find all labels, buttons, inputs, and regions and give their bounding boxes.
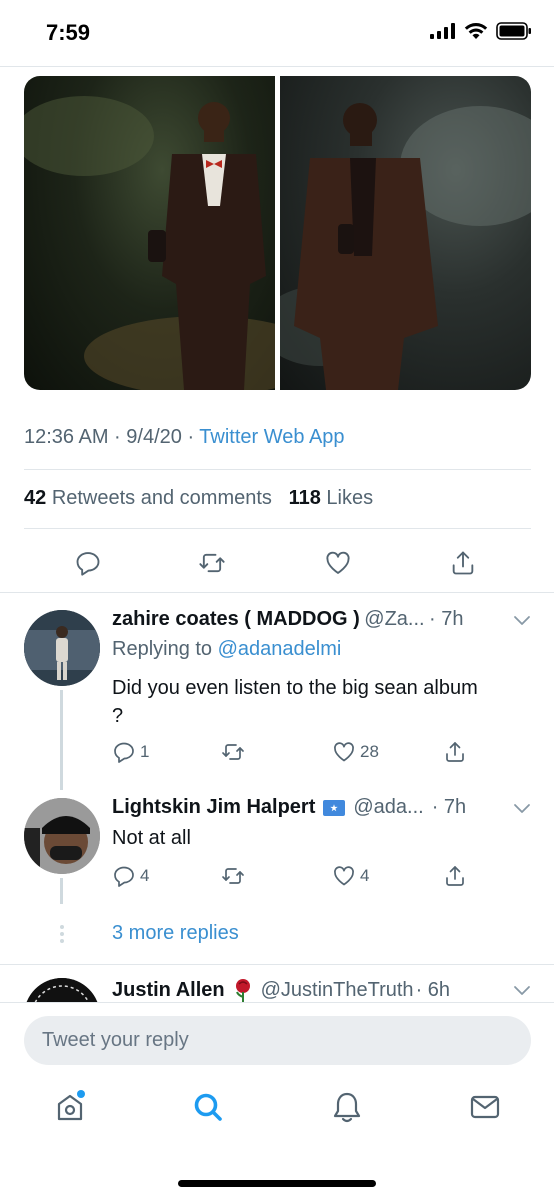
media-image-left[interactable] — [24, 76, 275, 390]
reply-author-name[interactable]: Lightskin Jim Halpert — [112, 796, 315, 819]
home-icon — [57, 1090, 85, 1121]
reply-button[interactable]: 4 — [112, 864, 149, 888]
tweet-source-link[interactable]: Twitter Web App — [199, 426, 344, 448]
tab-home[interactable] — [48, 1085, 92, 1129]
reply-time: · 7h — [429, 608, 464, 630]
likes-label: Likes — [326, 487, 374, 509]
bell-icon — [333, 1092, 361, 1123]
share-icon — [446, 866, 464, 886]
tab-messages[interactable] — [463, 1085, 507, 1129]
timestamp-text: 12:36 AM · 9/4/20 · — [24, 426, 200, 448]
reply-text-line: Did you even listen to the big sean albu… — [112, 677, 478, 699]
thread-line — [60, 690, 63, 790]
retweet-button[interactable] — [220, 864, 246, 893]
heart-icon — [334, 742, 354, 762]
reply-icon — [114, 742, 134, 763]
reply-header: Justin Allen @JustinTheTruth · 6h — [112, 978, 512, 1002]
tweet-media[interactable] — [24, 76, 531, 390]
replies-divider — [0, 592, 554, 593]
reply-count: 4 — [140, 866, 150, 885]
reply-text-line: Not at all — [112, 827, 191, 849]
thread-dots — [59, 924, 65, 949]
like-count: 4 — [360, 866, 370, 885]
search-icon — [194, 1093, 222, 1121]
reply-button[interactable]: 1 — [112, 740, 149, 764]
chevron-down-icon[interactable] — [512, 800, 532, 821]
reply-time: · 7h — [431, 796, 467, 818]
mail-icon — [470, 1095, 500, 1119]
status-time: 7:59 — [46, 20, 91, 45]
share-button[interactable] — [443, 540, 483, 586]
home-indicator — [178, 1180, 376, 1187]
reply-icon — [76, 552, 100, 576]
heart-icon — [326, 551, 350, 574]
replying-to-handle[interactable]: @adanadelmi — [218, 638, 342, 660]
like-button[interactable]: 28 — [332, 740, 379, 764]
reply-text: Not at all — [112, 824, 191, 852]
like-count: 28 — [360, 742, 379, 761]
reply-item-clipped: Justin Allen @JustinTheTruth · 6h — [0, 964, 554, 1002]
chevron-down-icon[interactable] — [512, 612, 532, 633]
tweet-timestamp: 12:36 AM · 9/4/20 · Twitter Web App — [24, 426, 345, 449]
header-divider — [0, 66, 554, 67]
avatar[interactable] — [24, 978, 100, 1002]
replying-to-prefix: Replying to — [112, 638, 218, 660]
reply-time: · 6h — [415, 978, 451, 1001]
reply-author-name[interactable]: Justin Allen — [112, 979, 225, 1002]
reply-button[interactable] — [68, 540, 108, 586]
cellular-signal-icon — [430, 23, 455, 39]
like-button[interactable]: 4 — [332, 864, 369, 888]
reply-input-placeholder: Tweet your reply — [42, 1029, 189, 1051]
like-button[interactable] — [318, 540, 358, 586]
heart-icon — [334, 866, 354, 886]
reply-icon — [114, 866, 134, 887]
share-button[interactable] — [443, 864, 467, 893]
wifi-icon — [464, 23, 488, 39]
likes-stat[interactable]: 118 Likes — [289, 487, 374, 509]
avatar[interactable] — [24, 610, 100, 686]
retweet-button[interactable] — [220, 740, 246, 769]
share-icon — [452, 551, 474, 575]
reply-author-handle[interactable]: @JustinTheTruth — [261, 979, 414, 1002]
composer-divider — [0, 1002, 554, 1003]
tab-notifications[interactable] — [325, 1085, 369, 1129]
reply-author-handle[interactable]: @ada... — [353, 796, 423, 819]
retweet-icon — [222, 868, 244, 884]
retweets-count: 42 — [24, 487, 47, 509]
reply-text: Did you even listen to the big sean albu… — [112, 674, 532, 730]
retweets-stat[interactable]: 42 Retweets and comments — [24, 487, 272, 509]
more-replies-link[interactable]: 3 more replies — [112, 922, 239, 945]
stats-divider — [24, 528, 531, 529]
share-icon — [446, 742, 464, 762]
reply-count: 1 — [140, 742, 150, 761]
reply-text-line: ? — [112, 705, 124, 727]
retweets-label: Retweets and comments — [51, 487, 272, 509]
tab-search[interactable] — [186, 1085, 230, 1129]
tweet-actions — [0, 540, 554, 586]
bottom-tab-bar — [0, 1085, 554, 1145]
reply-header: Lightskin Jim Halpert @ada... · 7h — [112, 796, 512, 819]
reply-author-name[interactable]: zahire coates ( MADDOG ) — [112, 608, 360, 630]
replying-to: Replying to @adanadelmi — [112, 638, 341, 661]
retweet-button[interactable] — [192, 540, 232, 586]
likes-count: 118 — [288, 487, 321, 509]
retweet-icon — [222, 744, 244, 760]
battery-icon — [496, 22, 531, 40]
chevron-down-icon[interactable] — [512, 982, 532, 1002]
tweet-stats: 42 Retweets and comments 118 Likes — [24, 487, 373, 510]
status-icons — [430, 22, 532, 40]
reply-author-handle[interactable]: @Za... — [364, 608, 424, 630]
thread-line — [60, 878, 63, 904]
rose-icon — [235, 979, 250, 1002]
share-button[interactable] — [443, 740, 467, 769]
avatar[interactable] — [24, 798, 100, 874]
reply-header: zahire coates ( MADDOG ) @Za... · 7h — [112, 608, 532, 631]
meta-divider — [24, 469, 531, 470]
media-image-right[interactable] — [280, 76, 531, 390]
somalia-flag-icon — [323, 799, 346, 816]
retweet-icon — [199, 553, 225, 573]
